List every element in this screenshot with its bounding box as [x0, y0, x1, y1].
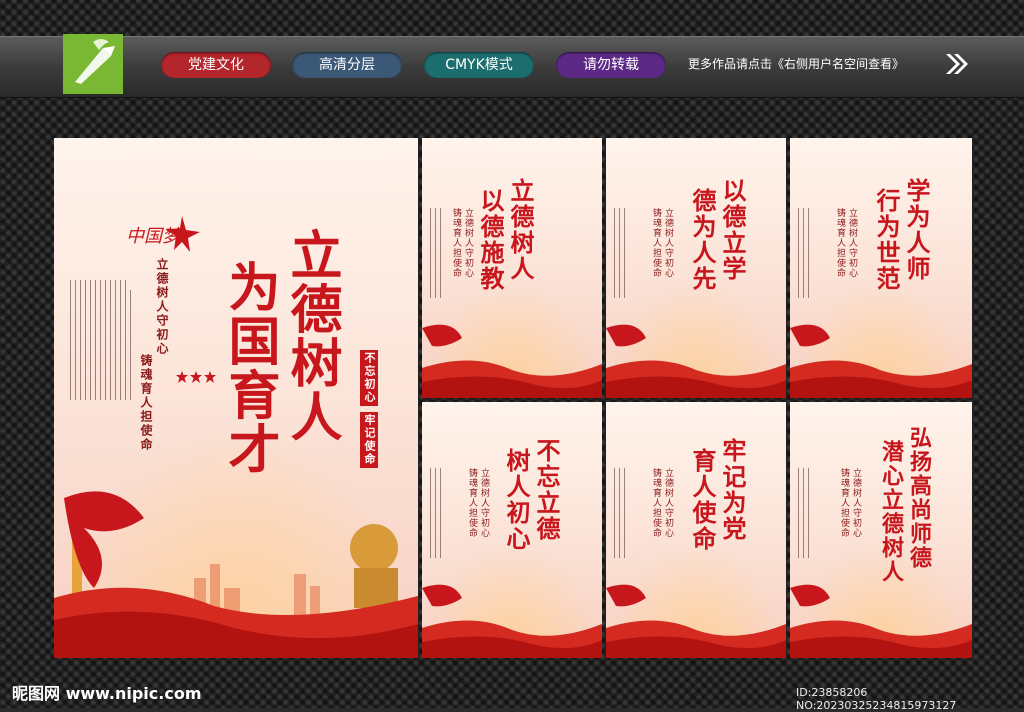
double-chevron-right-icon[interactable]: [944, 52, 970, 76]
china-dream-logo-icon: 中国梦: [126, 216, 200, 252]
poster-1-line1: 立德树人: [506, 178, 535, 282]
poster-6-line1: 弘扬高尚师德: [906, 426, 932, 570]
poster-6: 弘扬高尚师德 潜心立德树人 立德树人守初心 铸魂育人担使命: [790, 402, 972, 658]
poster-3-line1: 学为人师: [902, 178, 931, 282]
poster-6-sub2: 铸魂育人担使命: [839, 468, 849, 538]
poster-3: 学为人师 行为世范 立德树人守初心 铸魂育人担使命: [790, 138, 972, 398]
poster-4: 不忘立德 树人初心 立德树人守初心 铸魂育人担使命: [422, 402, 602, 658]
main-title-line1: 立德树人: [281, 228, 342, 444]
main-sub-line1: 立德树人守初心: [155, 258, 169, 356]
stars-decoration-icon: [176, 371, 216, 383]
red-flag-city-skyline-icon: [54, 491, 418, 658]
poster-3-body: [798, 208, 813, 302]
site-watermark: 昵图网 www.nipic.com: [12, 684, 202, 703]
poster-3-sub1: 立德树人守初心: [847, 208, 857, 278]
poster-6-red-wave-icon: [790, 584, 972, 658]
tag-cmyk-mode[interactable]: CMYK模式: [424, 52, 534, 78]
main-poster: 中国梦 立德树人 为国育才 不忘初心 牢记使命 立德树人守初心 铸魂育人担使命: [54, 138, 418, 658]
tag-hd-layers[interactable]: 高清分层: [292, 52, 402, 78]
poster-2-sub1: 立德树人守初心: [663, 208, 673, 278]
poster-5-sub1: 立德树人守初心: [663, 468, 673, 538]
poster-4-sub1: 立德树人守初心: [479, 468, 489, 538]
poster-1-body: [430, 208, 445, 302]
poster-2-body: [614, 208, 629, 302]
poster-4-line2: 树人初心: [502, 448, 531, 552]
poster-4-red-wave-icon: [422, 584, 602, 658]
brand-logo: [63, 34, 123, 94]
poster-1-sub1: 立德树人守初心: [463, 208, 473, 278]
main-body-text: [70, 280, 135, 404]
poster-4-sub2: 铸魂育人担使命: [467, 468, 477, 538]
poster-1-sub2: 铸魂育人担使命: [451, 208, 461, 278]
poster-2-line2: 德为人先: [688, 188, 717, 292]
poster-4-body: [430, 468, 445, 562]
poster-3-line2: 行为世范: [872, 188, 901, 292]
poster-6-sub1: 立德树人守初心: [851, 468, 861, 538]
image-id-watermark: ID:23858206 NO:20230325234815973127: [796, 686, 957, 712]
main-title-line2: 为国育才: [219, 260, 280, 476]
poster-4-line1: 不忘立德: [532, 438, 561, 542]
main-sub-line2: 铸魂育人担使命: [139, 354, 153, 452]
poster-5-line1: 牢记为党: [718, 438, 747, 542]
poster-5-sub2: 铸魂育人担使命: [651, 468, 661, 538]
poster-3-red-wave-icon: [790, 324, 972, 398]
more-works-link[interactable]: 更多作品请点击《右侧用户名空间查看》: [688, 55, 904, 72]
stamp-keep-mission: 牢记使命: [360, 412, 378, 468]
stamp-remember-origin: 不忘初心: [360, 350, 378, 406]
poster-5-body: [614, 468, 629, 562]
poster-1: 立德树人 以德施教 立德树人守初心 铸魂育人担使命: [422, 138, 602, 398]
poster-2-sub2: 铸魂育人担使命: [651, 208, 661, 278]
poster-1-red-wave-icon: [422, 324, 602, 398]
poster-6-body: [798, 468, 813, 562]
poster-2-red-wave-icon: [606, 324, 786, 398]
poster-5-line2: 育人使命: [688, 448, 717, 552]
poster-6-line2: 潜心立德树人: [878, 440, 904, 584]
poster-2: 以德立学 德为人先 立德树人守初心 铸魂育人担使命: [606, 138, 786, 398]
tag-party-culture[interactable]: 党建文化: [161, 52, 271, 78]
pen-nib-icon: [63, 34, 123, 94]
poster-1-line2: 以德施教: [476, 188, 505, 292]
poster-5: 牢记为党 育人使命 立德树人守初心 铸魂育人担使命: [606, 402, 786, 658]
poster-2-line1: 以德立学: [718, 178, 747, 282]
poster-5-red-wave-icon: [606, 584, 786, 658]
poster-3-sub2: 铸魂育人担使命: [835, 208, 845, 278]
tag-no-repost[interactable]: 请勿转载: [556, 52, 666, 78]
